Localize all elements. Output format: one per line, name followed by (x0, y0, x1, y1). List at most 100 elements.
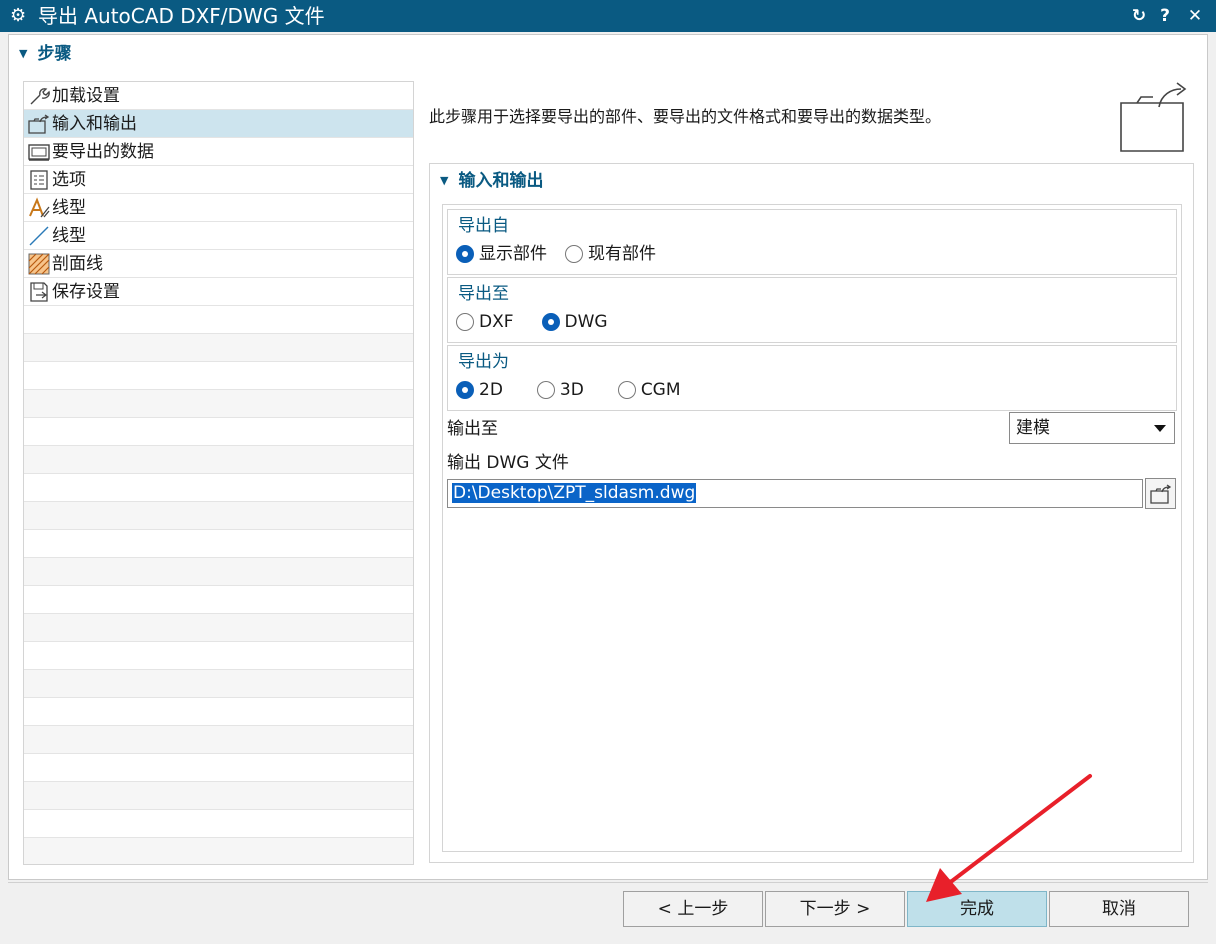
radio-label: CGM (640, 380, 681, 400)
radio-label: DWG (564, 312, 608, 332)
input-output-header-label: 输入和输出 (458, 171, 544, 191)
cancel-button[interactable]: 取消 (1049, 891, 1189, 927)
step-label: 线型 (52, 197, 86, 218)
step-description: 此步骤用于选择要导出的部件、要导出的文件格式和要导出的数据类型。 (429, 107, 942, 126)
step-label: 输入和输出 (52, 113, 137, 134)
radio-display-part[interactable]: 显示部件 (456, 242, 547, 266)
export-from-title: 导出自 (458, 216, 509, 236)
step-list-empty-row (24, 782, 413, 810)
step-list-empty-row (24, 502, 413, 530)
radio-unselected-icon (617, 381, 636, 399)
input-output-header[interactable]: ▼ 输入和输出 (440, 170, 543, 194)
step-item-load-settings[interactable]: 加载设置 (24, 82, 413, 110)
step-list-empty-row (24, 558, 413, 586)
radio-label: 现有部件 (588, 244, 656, 264)
export-dxf-dwg-dialog: ⚙ 导出 AutoCAD DXF/DWG 文件 ↻ ? ✕ ▼ 步骤 加载设置 输… (0, 0, 1216, 944)
export-to-title: 导出至 (458, 284, 509, 304)
step-label: 保存设置 (52, 281, 120, 302)
output-to-select[interactable]: 建模 (1009, 412, 1175, 444)
export-to-group: 导出至 DXF DWG (447, 277, 1177, 343)
collapse-triangle-icon: ▼ (440, 174, 449, 187)
step-list-empty-row (24, 838, 413, 864)
steps-group: ▼ 步骤 加载设置 输入和输出 要导出的数据 选项 线型 线型 剖面线 保存设置… (8, 34, 1208, 880)
step-list-empty-row (24, 670, 413, 698)
output-to-value: 建模 (1016, 418, 1050, 438)
reset-button[interactable]: ↻ (1128, 4, 1150, 28)
output-file-path: D:\Desktop\ZPT_sldasm.dwg (452, 483, 697, 503)
wrench-icon (26, 84, 52, 108)
step-item-hatch[interactable]: 剖面线 (24, 250, 413, 278)
radio-selected-icon (541, 313, 560, 331)
step-list-empty-row (24, 754, 413, 782)
window-title: 导出 AutoCAD DXF/DWG 文件 (38, 4, 325, 28)
finish-button[interactable]: 完成 (907, 891, 1047, 927)
output-to-label: 输出至 (447, 419, 498, 439)
steps-group-header[interactable]: ▼ 步骤 (19, 43, 71, 67)
step-list-empty-row (24, 306, 413, 334)
radio-unselected-icon (456, 313, 474, 331)
step-item-save-settings[interactable]: 保存设置 (24, 278, 413, 306)
step-list: 加载设置 输入和输出 要导出的数据 选项 线型 线型 剖面线 保存设置 (23, 81, 414, 865)
input-output-content: 导出自 显示部件 现有部件 导出至 DXF DWG 导出为 2D 3D CGM … (442, 204, 1182, 852)
browse-button[interactable] (1145, 478, 1176, 509)
back-button[interactable]: < 上一步 (623, 891, 763, 927)
step-list-empty-row (24, 362, 413, 390)
chevron-down-icon (1154, 425, 1166, 432)
radio-2d[interactable]: 2D (456, 378, 503, 402)
folder-open-icon (1149, 483, 1171, 504)
step-list-empty-row (24, 698, 413, 726)
export-from-group: 导出自 显示部件 现有部件 (447, 209, 1177, 275)
radio-selected-icon (456, 381, 474, 399)
step-list-empty-row (24, 586, 413, 614)
collapse-triangle-icon: ▼ (19, 47, 28, 60)
step-label: 选项 (52, 169, 86, 190)
step-item-data-to-export[interactable]: 要导出的数据 (24, 138, 413, 166)
title-bar: ⚙ 导出 AutoCAD DXF/DWG 文件 ↻ ? ✕ (0, 0, 1216, 32)
radio-unselected-icon (565, 245, 583, 263)
radio-label: 显示部件 (479, 244, 547, 264)
step-item-linetype[interactable]: 线型 (24, 222, 413, 250)
step-list-empty-row (24, 446, 413, 474)
next-button[interactable]: 下一步 > (765, 891, 905, 927)
step-list-empty-row (24, 390, 413, 418)
radio-selected-icon (456, 245, 474, 263)
line-icon (26, 224, 52, 248)
step-item-font-linetype[interactable]: 线型 (24, 194, 413, 222)
output-file-input[interactable]: D:\Desktop\ZPT_sldasm.dwg (447, 479, 1143, 508)
step-list-empty-row (24, 614, 413, 642)
step-list-empty-row (24, 334, 413, 362)
step-list-empty-row (24, 726, 413, 754)
folder-export-icon (26, 112, 52, 136)
close-button[interactable]: ✕ (1184, 4, 1206, 28)
font-style-icon (26, 196, 52, 220)
step-list-empty-row (24, 642, 413, 670)
radio-unselected-icon (536, 381, 555, 399)
radio-dwg[interactable]: DWG (541, 310, 608, 334)
hatch-icon (26, 252, 52, 276)
radio-label: DXF (479, 312, 514, 332)
step-list-empty-row (24, 530, 413, 558)
step-list-empty-row (24, 474, 413, 502)
step-label: 线型 (52, 225, 86, 246)
input-output-group: ▼ 输入和输出 导出自 显示部件 现有部件 导出至 DXF DWG 导出为 2D… (429, 163, 1194, 863)
options-list-icon (26, 168, 52, 192)
step-label: 要导出的数据 (52, 141, 154, 162)
radio-cgm[interactable]: CGM (617, 378, 681, 402)
step-label: 加载设置 (52, 85, 120, 106)
export-as-title: 导出为 (458, 352, 509, 372)
radio-label: 3D (559, 380, 584, 400)
save-settings-icon (26, 280, 52, 304)
gear-icon: ⚙ (10, 5, 27, 26)
radio-existing-part[interactable]: 现有部件 (565, 242, 656, 266)
step-list-empty-row (24, 418, 413, 446)
step-list-empty-row (24, 810, 413, 838)
folder-export-large-icon (1119, 81, 1195, 153)
step-item-options[interactable]: 选项 (24, 166, 413, 194)
export-as-group: 导出为 2D 3D CGM (447, 345, 1177, 411)
footer-separator (8, 882, 1208, 883)
help-button[interactable]: ? (1154, 4, 1176, 28)
step-item-input-output[interactable]: 输入和输出 (24, 110, 413, 138)
output-file-label: 输出 DWG 文件 (447, 453, 569, 473)
radio-dxf[interactable]: DXF (456, 310, 514, 334)
radio-3d[interactable]: 3D (536, 378, 584, 402)
